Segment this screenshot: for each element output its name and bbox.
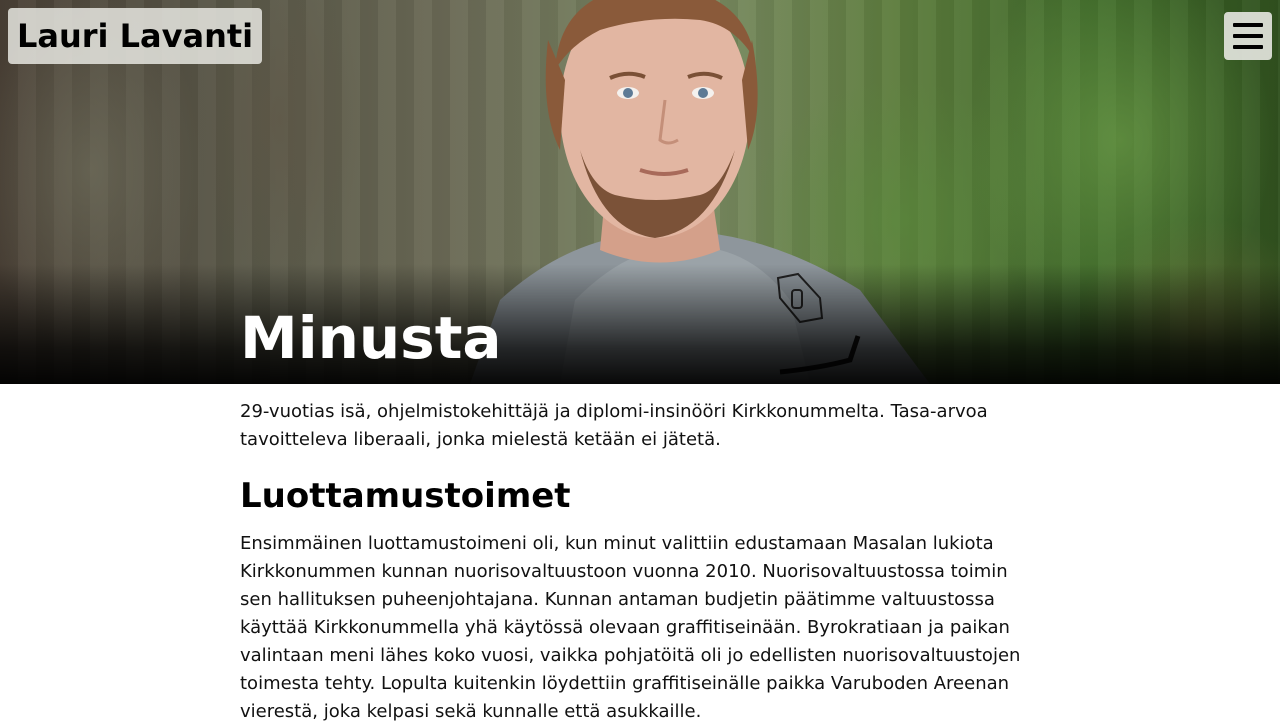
menu-button[interactable] xyxy=(1224,12,1272,60)
section-heading-luottamustoimet: Luottamustoimet xyxy=(240,476,571,516)
main-content: 29-vuotias isä, ohjelmistokehittäjä ja d… xyxy=(240,398,1040,726)
hero-gradient-overlay xyxy=(0,264,1280,384)
section-paragraph: Ensimmäinen luottamustoimeni oli, kun mi… xyxy=(240,533,1021,722)
hamburger-menu-icon xyxy=(1233,23,1263,49)
intro-paragraph: 29-vuotias isä, ohjelmistokehittäjä ja d… xyxy=(240,401,988,450)
site-title-link[interactable]: Lauri Lavanti xyxy=(8,8,263,64)
page-title: Minusta xyxy=(240,304,502,372)
